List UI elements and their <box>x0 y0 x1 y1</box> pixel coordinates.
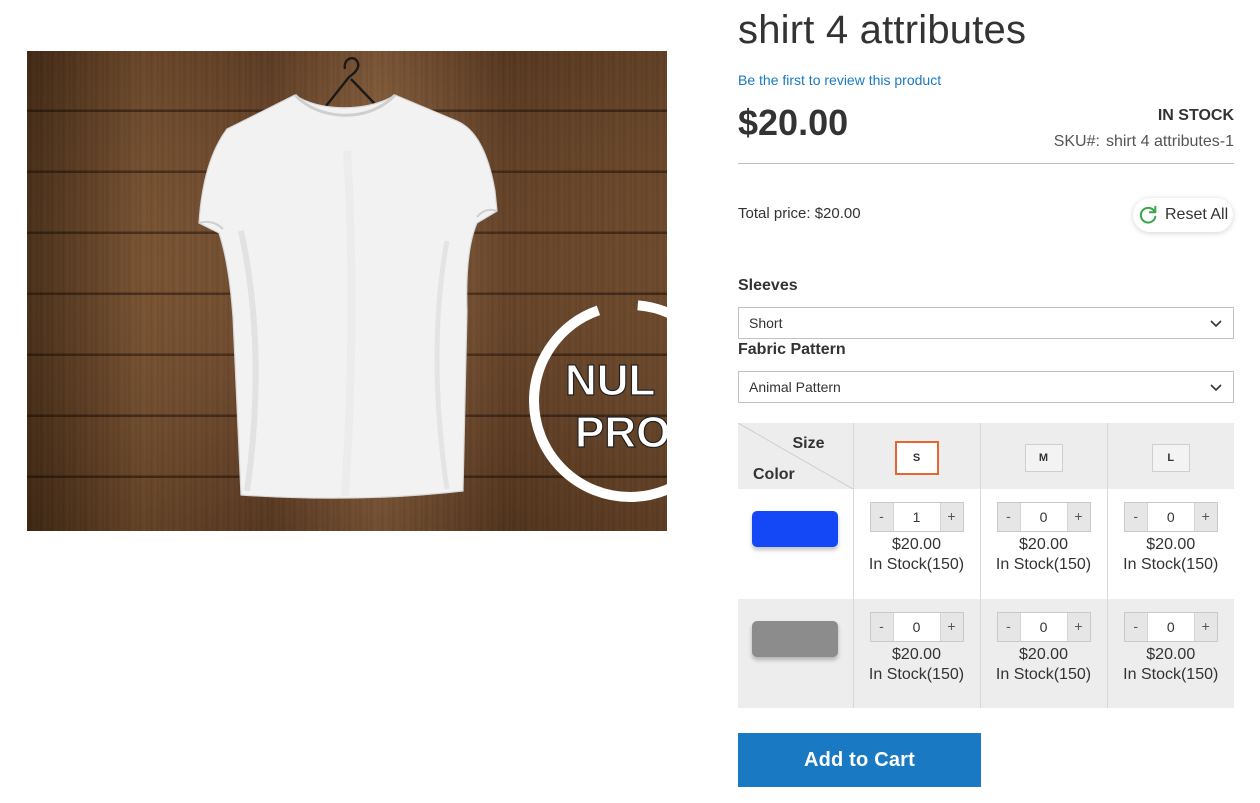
increase-button[interactable]: + <box>940 613 963 641</box>
cell-stock: In Stock(150) <box>1123 556 1219 573</box>
cell-price: $20.00 <box>1019 646 1068 663</box>
color-header: Color <box>753 466 795 483</box>
cell-price: $20.00 <box>892 536 941 553</box>
page-title: shirt 4 attributes <box>738 8 1027 52</box>
quantity-stepper: - 0 + <box>996 612 1091 642</box>
decrease-button[interactable]: - <box>870 613 893 641</box>
add-to-cart-button[interactable]: Add to Cart <box>738 733 981 787</box>
size-color-matrix: Size Color S M L - 1 + $20.00 In Stock(1… <box>738 423 1234 708</box>
fabric-pattern-label: Fabric Pattern <box>738 341 846 358</box>
matrix-cell: - 1 + $20.00 In Stock(150) <box>853 489 981 599</box>
size-option-s[interactable]: S <box>894 441 939 475</box>
sleeves-select[interactable]: Short <box>738 307 1234 339</box>
cell-price: $20.00 <box>1146 646 1196 663</box>
reset-all-button[interactable]: Reset All <box>1133 198 1233 232</box>
cell-stock: In Stock(150) <box>868 556 965 573</box>
quantity-stepper: - 0 + <box>1123 502 1218 532</box>
quantity-input[interactable]: 0 <box>1146 613 1195 641</box>
stock-status: IN STOCK <box>1157 107 1234 124</box>
cell-price: $20.00 <box>1019 536 1068 553</box>
chevron-down-icon <box>1210 384 1222 392</box>
watermark-logo: NUL PRO <box>529 300 667 502</box>
product-image[interactable]: NUL PRO <box>27 51 667 531</box>
sku: SKU#: shirt 4 attributes-1 <box>1054 133 1234 151</box>
product-price: $20.00 <box>738 102 849 143</box>
size-option-m[interactable]: M <box>1024 444 1063 472</box>
reset-all-label: Reset All <box>1165 206 1229 223</box>
fabric-pattern-selected-value: Animal Pattern <box>749 379 841 395</box>
quantity-stepper: - 1 + <box>869 502 964 532</box>
total-price: Total price: $20.00 <box>738 205 861 222</box>
cell-stock: In Stock(150) <box>1123 666 1219 683</box>
sleeves-selected-value: Short <box>749 315 783 331</box>
cell-stock: In Stock(150) <box>995 556 1092 573</box>
matrix-cell: - 0 + $20.00 In Stock(150) <box>1107 489 1234 599</box>
fabric-pattern-select[interactable]: Animal Pattern <box>738 371 1234 403</box>
quantity-stepper: - 0 + <box>996 502 1091 532</box>
color-swatch-gray[interactable] <box>752 621 839 657</box>
sku-label: SKU#: <box>1053 133 1100 150</box>
increase-button[interactable]: + <box>1194 503 1217 531</box>
divider <box>738 163 1234 164</box>
decrease-button[interactable]: - <box>1124 503 1147 531</box>
matrix-cell: - 0 + $20.00 In Stock(150) <box>1107 599 1234 708</box>
matrix-corner: Size Color <box>738 423 854 489</box>
increase-button[interactable]: + <box>1194 613 1217 641</box>
review-link[interactable]: Be the first to review this product <box>738 72 941 88</box>
sku-value: shirt 4 attributes-1 <box>1105 133 1234 150</box>
quantity-stepper: - 0 + <box>1123 612 1218 642</box>
watermark-text-2: PRO <box>575 408 667 457</box>
decrease-button[interactable]: - <box>1124 613 1147 641</box>
matrix-row-gray: - 0 + $20.00 In Stock(150) - 0 + $20.00 … <box>738 599 1234 708</box>
increase-button[interactable]: + <box>1067 613 1090 641</box>
matrix-cell: - 0 + $20.00 In Stock(150) <box>980 599 1108 708</box>
matrix-cell: - 0 + $20.00 In Stock(150) <box>853 599 981 708</box>
quantity-input[interactable]: 0 <box>1146 503 1195 531</box>
decrease-button[interactable]: - <box>870 503 893 531</box>
matrix-header-row: Size Color S M L <box>738 423 1234 489</box>
color-swatch-blue[interactable] <box>752 511 839 547</box>
cell-stock: In Stock(150) <box>995 666 1092 683</box>
cell-price: $20.00 <box>892 646 941 663</box>
quantity-stepper: - 0 + <box>869 612 964 642</box>
quantity-input[interactable]: 0 <box>1019 503 1068 531</box>
matrix-cell: - 0 + $20.00 In Stock(150) <box>980 489 1108 599</box>
chevron-down-icon <box>1210 320 1222 328</box>
increase-button[interactable]: + <box>940 503 963 531</box>
watermark-text-1: NUL <box>565 356 655 405</box>
quantity-input[interactable]: 0 <box>1019 613 1068 641</box>
cell-price: $20.00 <box>1146 536 1196 553</box>
increase-button[interactable]: + <box>1067 503 1090 531</box>
quantity-input[interactable]: 1 <box>892 503 941 531</box>
refresh-icon <box>1139 205 1157 224</box>
quantity-input[interactable]: 0 <box>892 613 941 641</box>
cell-stock: In Stock(150) <box>868 666 965 683</box>
size-header: Size <box>792 435 825 452</box>
decrease-button[interactable]: - <box>997 613 1020 641</box>
sleeves-label: Sleeves <box>738 277 798 294</box>
size-option-l[interactable]: L <box>1151 444 1190 472</box>
decrease-button[interactable]: - <box>997 503 1020 531</box>
matrix-row-blue: - 1 + $20.00 In Stock(150) - 0 + $20.00 … <box>738 489 1234 599</box>
